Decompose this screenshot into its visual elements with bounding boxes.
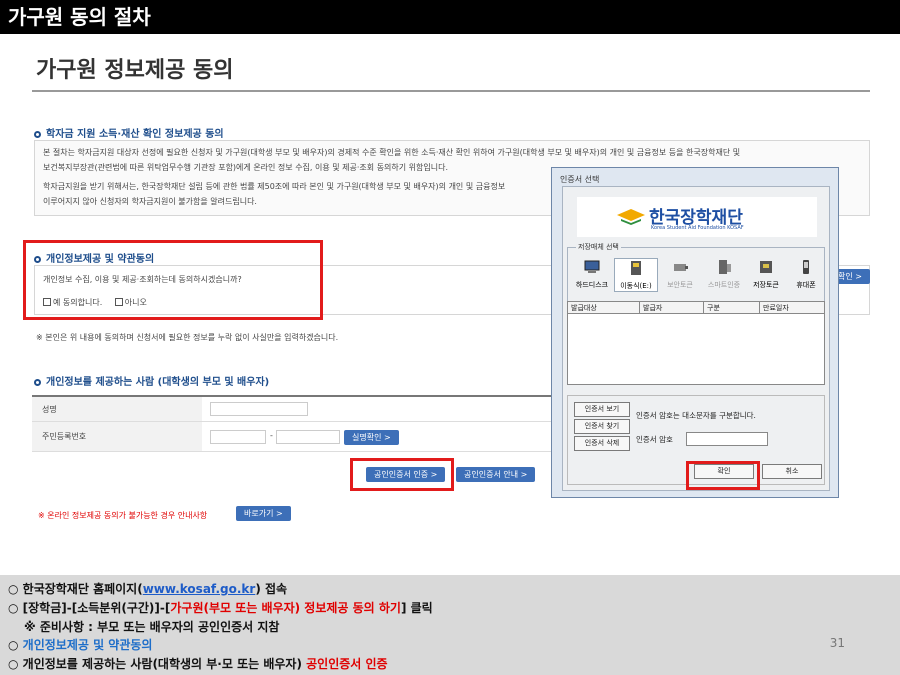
verify-name-button[interactable]: 실명확인 > [344,430,399,445]
instruction-4-prefix: ○ [8,638,23,652]
provider-form: 성명 주민등록번호 - 실명확인 > [32,395,552,452]
password-label: 인증서 암호 [636,435,673,444]
section-consent-heading: 학자금 지원 소득·재산 확인 정보제공 동의 [34,125,224,140]
find-cert-button[interactable]: 인증서 찾기 [574,419,630,434]
col-expiry: 만료일자 [763,304,789,312]
instruction-2-suffix: ] 클릭 [400,601,433,615]
section-consent-heading-text: 학자금 지원 소득·재산 확인 정보제공 동의 [46,129,224,140]
slide-title: 가구원 동의 절차 [0,0,900,34]
media-hard-disk[interactable]: 하드디스크 [570,258,614,290]
bullet-icon [34,131,41,138]
media-security-token[interactable]: 보안토큰 [658,258,702,290]
media-removable[interactable]: 이동식(E:) [614,258,658,292]
instruction-1-prefix: ○ 한국장학재단 홈페이지( [8,582,143,596]
section-provider-heading: 개인정보를 제공하는 사람 (대학생의 부모 및 배우자) [34,373,269,388]
graduation-cap-icon [617,209,645,225]
security-token-icon [674,264,688,271]
dialog-title: 인증서 선택 [560,175,600,184]
logo-subtext: Korea Student Aid Foundation KOSAF [651,225,744,231]
smart-cert-icon [719,260,731,274]
terms-highlight [23,240,323,320]
rrn-label: 주민등록번호 [32,422,202,451]
media-label: 저장토큰 [753,281,779,289]
storage-media-label: 저장매체 선택 [576,242,621,252]
dialog-body: 한국장학재단 Korea Student Aid Foundation KOSA… [562,186,830,491]
instruction-1-suffix: ) 접속 [255,582,288,596]
storage-token-icon [760,261,772,273]
cert-auth-highlight [350,458,454,491]
hard-disk-icon [584,260,600,273]
rrn-separator: - [270,431,273,440]
name-input[interactable] [210,402,308,416]
cancel-button[interactable]: 취소 [762,464,822,479]
kosaf-link[interactable]: www.kosaf.go.kr [143,582,256,596]
consent-para1-line1: 본 절차는 학자금지원 대상자 선정에 필요한 신청자 및 가구원(대학생 부모… [43,148,741,157]
col-type: 구분 [704,302,760,314]
storage-media-group: 저장매체 선택 하드디스크 이동식(E:) 보안토큰 스마트인증 저장토큰 휴대… [567,242,828,305]
instruction-5-prefix: ○ 개인정보를 제공하는 사람(대학생의 부·모 또는 배우자) [8,657,307,671]
instruction-line-1: ○ 한국장학재단 홈페이지(www.kosaf.go.kr) 접속 [8,580,287,597]
certificate-list[interactable]: 발급대상 발급자 구분 만료일자 [567,301,825,385]
name-row: 성명 [32,397,552,422]
instruction-line-4: ○ 개인정보제공 및 약관동의 [8,636,152,653]
page-title: 가구원 정보제공 동의 [36,58,234,83]
removable-disk-icon [631,261,641,275]
name-label: 성명 [32,397,202,421]
password-input[interactable] [686,432,768,446]
instruction-2-prefix: ○ [장학금]-[소득분위(구간)]-[ [8,601,171,615]
rrn-back-input[interactable] [276,430,340,444]
ok-button-highlight [686,461,760,490]
terms-note: ※ 본인은 위 내용에 동의하며 신청서에 필요한 정보를 누락 없이 사실만을… [36,333,339,342]
certificate-list-header: 발급대상 발급자 구분 만료일자 [568,302,824,314]
media-label: 보안토큰 [667,281,693,289]
page-number: 31 [829,636,845,650]
media-smart-cert[interactable]: 스마트인증 [702,258,746,290]
instruction-line-2: ○ [장학금]-[소득분위(구간)]-[가구원(부모 또는 배우자) 정보제공 … [8,599,433,616]
instruction-line-3: ※ 준비사항 : 부모 또는 배우자의 공인인증서 지참 [24,620,280,634]
title-divider [32,90,870,92]
password-case-notice: 인증서 암호는 대소문자를 구분합니다. [636,411,756,420]
media-label: 이동식(E:) [620,282,652,290]
certificate-dialog: 인증서 선택 한국장학재단 Korea Student Aid Foundati… [551,167,839,498]
media-storage-token[interactable]: 저장토큰 [744,258,788,290]
cert-guide-button[interactable]: 공인인증서 안내 > [456,467,536,482]
instruction-5-highlight: 공인인증서 인증 [306,657,388,671]
view-cert-button[interactable]: 인증서 보기 [574,402,630,417]
instruction-2-highlight: 가구원(부모 또는 배우자) 정보제공 동의 하기 [170,601,401,615]
offline-notice: ※ 온라인 정보제공 동의가 불가능한 경우 안내사항 [38,511,208,520]
media-label: 휴대폰 [796,281,816,289]
media-mobile-phone[interactable]: 휴대폰 [784,258,828,290]
bullet-icon [34,379,41,386]
col-subject: 발급대상 [568,302,640,314]
kosaf-logo: 한국장학재단 Korea Student Aid Foundation KOSA… [577,197,817,237]
mobile-phone-icon [803,260,809,274]
media-label: 스마트인증 [707,281,741,289]
rrn-row: 주민등록번호 - 실명확인 > [32,422,552,452]
col-issuer: 발급자 [640,302,704,314]
rrn-front-input[interactable] [210,430,266,444]
media-label: 하드디스크 [575,281,609,289]
shortcut-button[interactable]: 바로가기 > [236,506,291,521]
section-provider-heading-text: 개인정보를 제공하는 사람 (대학생의 부모 및 배우자) [46,377,270,388]
instruction-line-5: ○ 개인정보를 제공하는 사람(대학생의 부·모 또는 배우자) 공인인증서 인… [8,655,388,672]
instruction-4-highlight: 개인정보제공 및 약관동의 [22,638,153,652]
delete-cert-button[interactable]: 인증서 삭제 [574,436,630,451]
